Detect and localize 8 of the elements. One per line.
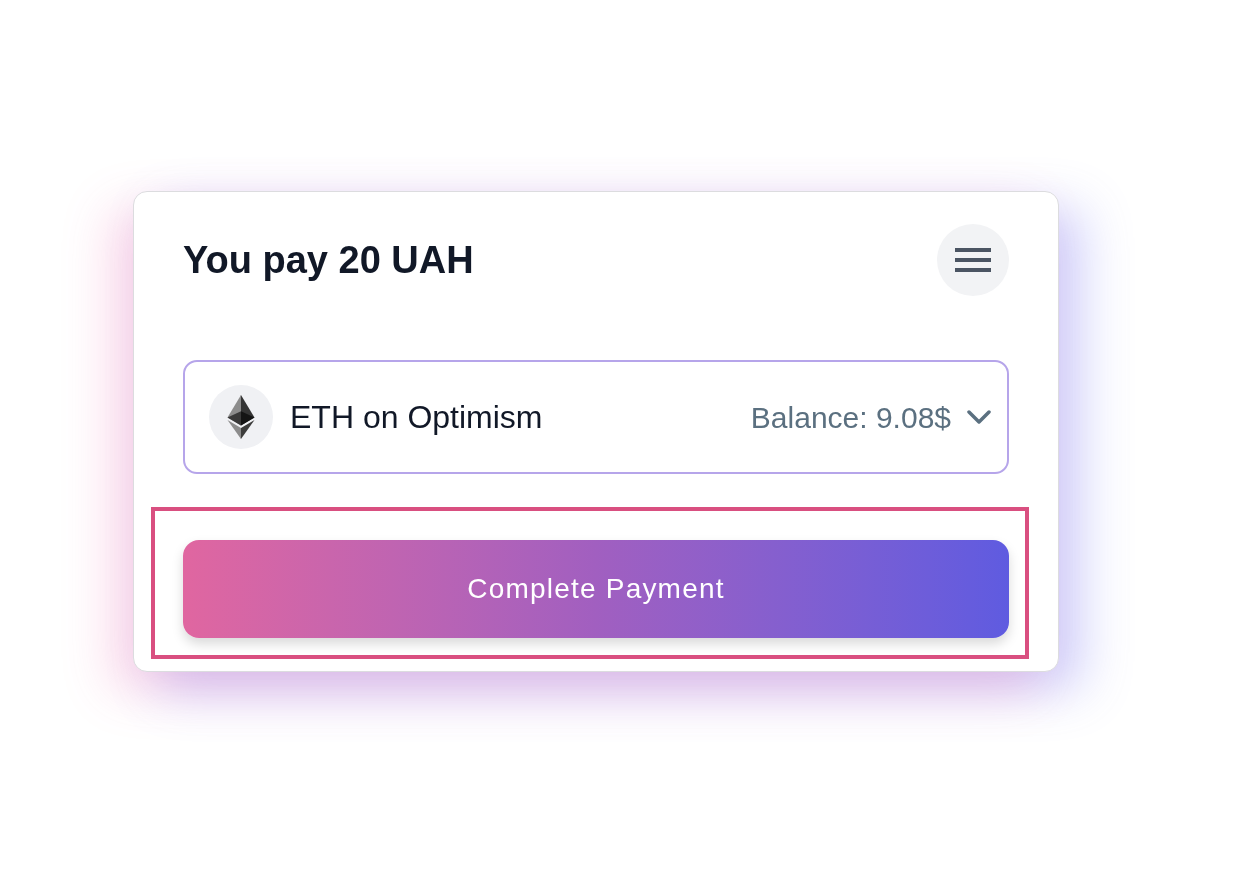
payment-title: You pay 20 UAH <box>183 241 474 279</box>
complete-payment-button[interactable]: Complete Payment <box>183 540 1009 638</box>
ethereum-icon <box>209 385 273 449</box>
token-name: ETH on Optimism <box>290 398 543 437</box>
menu-icon <box>955 248 991 272</box>
chevron-down-icon <box>967 410 991 424</box>
balance-text: Balance: 9.08$ <box>750 399 951 436</box>
token-selector[interactable]: ETH on Optimism Balance: 9.08$ <box>183 360 1009 474</box>
